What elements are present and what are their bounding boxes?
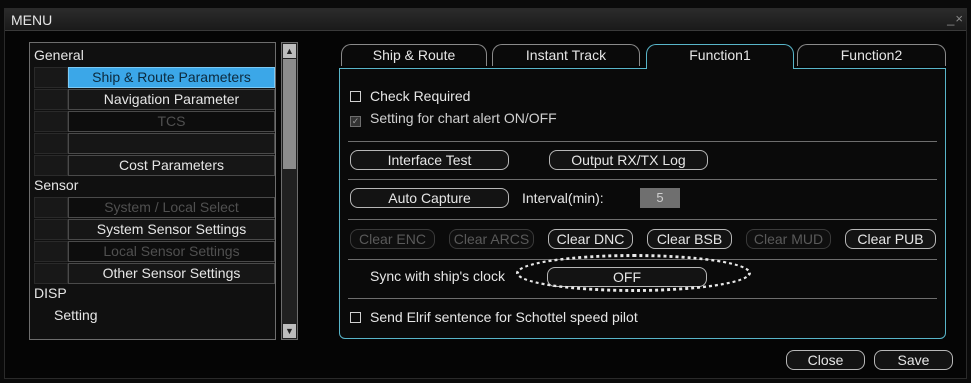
divider xyxy=(348,141,937,142)
interval-input[interactable]: 5 xyxy=(640,188,680,208)
check-required-row[interactable]: Check Required xyxy=(350,88,470,104)
tree-scrollbar[interactable]: ▲ ▼ xyxy=(281,42,298,340)
divider xyxy=(348,219,937,220)
function1-panel: Check Required ✓ Setting for chart alert … xyxy=(339,68,946,339)
sync-clock-label: Sync with ship's clock xyxy=(370,268,505,284)
window-title: MENU xyxy=(11,12,53,28)
chart-alert-label: Setting for chart alert ON/OFF xyxy=(370,110,557,126)
elrif-row[interactable]: Send Elrif sentence for Schottel speed p… xyxy=(350,309,638,325)
tab-ship-route[interactable]: Ship & Route xyxy=(341,44,487,66)
chart-alert-row[interactable]: ✓ Setting for chart alert ON/OFF xyxy=(350,110,557,127)
tree-item-other-sensor-settings[interactable]: Other Sensor Settings xyxy=(68,263,275,284)
window-controls[interactable]: _× xyxy=(947,11,964,26)
tree-item-navigation-parameter[interactable]: Navigation Parameter xyxy=(68,89,275,110)
tab-function1[interactable]: Function1 xyxy=(646,44,794,69)
elrif-checkbox[interactable] xyxy=(350,312,361,323)
clear-pub-button[interactable]: Clear PUB xyxy=(845,229,936,249)
clear-dnc-button[interactable]: Clear DNC xyxy=(548,229,633,249)
tree-group-general[interactable]: General xyxy=(34,45,84,66)
tree-group-sensor[interactable]: Sensor xyxy=(34,175,78,196)
highlight-ellipse xyxy=(516,254,751,292)
scroll-thumb[interactable] xyxy=(283,59,296,169)
clear-bsb-button[interactable]: Clear BSB xyxy=(647,229,732,249)
check-required-checkbox[interactable] xyxy=(350,91,361,102)
tree-item-local-sensor-settings: Local Sensor Settings xyxy=(68,241,275,262)
elrif-label: Send Elrif sentence for Schottel speed p… xyxy=(370,309,638,325)
interface-test-button[interactable]: Interface Test xyxy=(350,150,509,170)
tree-group-disp[interactable]: DISP xyxy=(34,283,67,304)
title-bar: MENU _× xyxy=(5,9,966,31)
tree-item-ship-route-parameters[interactable]: Ship & Route Parameters xyxy=(68,67,275,88)
close-button[interactable]: Close xyxy=(786,350,865,370)
clear-enc-button: Clear ENC xyxy=(350,229,435,249)
tree-item-blank[interactable] xyxy=(68,133,275,154)
divider xyxy=(348,179,937,180)
check-required-label: Check Required xyxy=(370,88,471,104)
tree-item-system-sensor-settings[interactable]: System Sensor Settings xyxy=(68,219,275,240)
scroll-up-icon[interactable]: ▲ xyxy=(283,44,296,58)
menu-tree: General Ship & Route Parameters Navigati… xyxy=(29,42,276,340)
tree-item-system-local-select: System / Local Select xyxy=(68,197,275,218)
chart-alert-checkbox[interactable]: ✓ xyxy=(350,116,361,127)
tree-item-setting[interactable]: Setting xyxy=(54,305,98,326)
output-log-button[interactable]: Output RX/TX Log xyxy=(549,150,708,170)
clear-arcs-button: Clear ARCS xyxy=(449,229,534,249)
auto-capture-button[interactable]: Auto Capture xyxy=(350,188,509,208)
interval-label: Interval(min): xyxy=(522,190,604,206)
divider xyxy=(348,298,937,299)
tree-item-tcs: TCS xyxy=(68,111,275,132)
tree-item-cost-parameters[interactable]: Cost Parameters xyxy=(68,155,275,176)
save-button[interactable]: Save xyxy=(874,350,953,370)
tab-function2[interactable]: Function2 xyxy=(797,44,946,66)
tab-instant-track[interactable]: Instant Track xyxy=(492,44,640,66)
scroll-down-icon[interactable]: ▼ xyxy=(283,324,296,338)
clear-mud-button: Clear MUD xyxy=(746,229,831,249)
